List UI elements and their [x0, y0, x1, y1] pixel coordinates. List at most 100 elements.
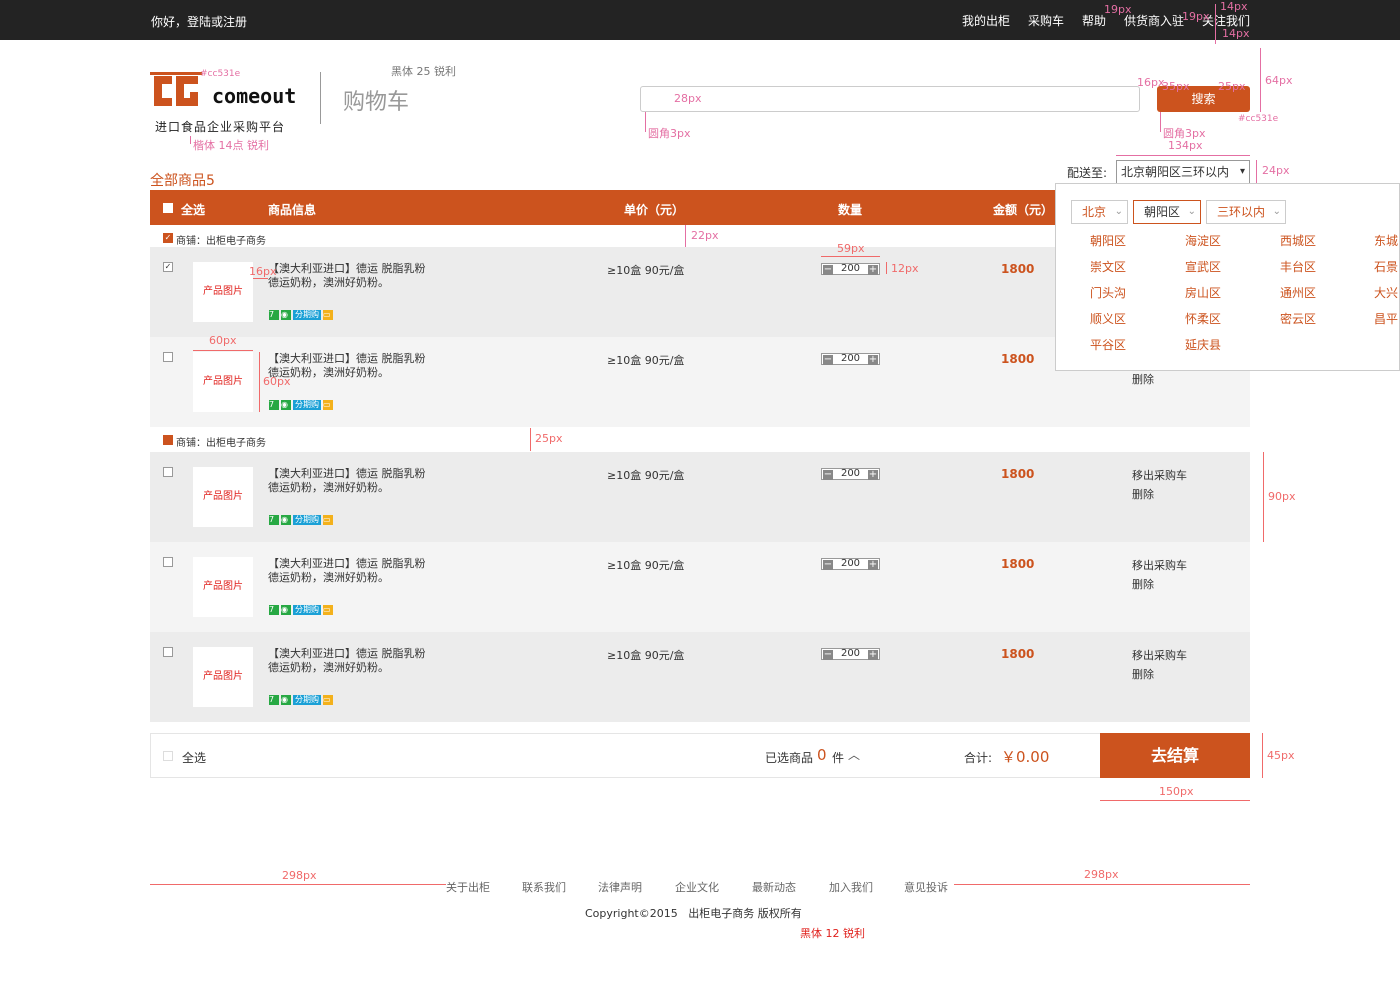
product-title[interactable]: 【澳大利亚进口】德运 脱脂乳粉 德运奶粉，澳洲好奶粉。 — [268, 647, 458, 675]
delivery-select[interactable]: 北京朝阳区三环以内 ▾ — [1116, 160, 1250, 184]
qty-value[interactable]: 200 — [841, 353, 860, 364]
item-checkbox[interactable] — [163, 467, 173, 477]
footer-link-complaint[interactable]: 意见投诉 — [904, 879, 948, 895]
annotation: 25px — [1218, 80, 1246, 93]
product-title[interactable]: 【澳大利亚进口】德运 脱脂乳粉 德运奶粉，澳洲好奶粉。 — [268, 557, 458, 585]
checkout-button[interactable]: 去结算 — [1100, 733, 1250, 778]
district-option[interactable]: 房山区 — [1185, 284, 1221, 301]
footer-link-news[interactable]: 最新动态 — [752, 879, 796, 895]
district-option[interactable]: 顺义区 — [1090, 310, 1126, 327]
qty-value[interactable]: 200 — [841, 468, 860, 479]
summary-select-all-checkbox[interactable] — [163, 751, 173, 761]
annotation: #cc531e — [200, 69, 241, 79]
delete-link[interactable]: 删除 — [1132, 666, 1154, 682]
district-option[interactable]: 昌平 — [1374, 310, 1398, 327]
page-title: 购物车 — [343, 90, 410, 115]
nav-supplier[interactable]: 供货商入驻 — [1124, 12, 1184, 29]
nav-my-account[interactable]: 我的出柜 — [962, 12, 1010, 29]
plus-icon[interactable]: + — [868, 560, 878, 570]
district-option[interactable]: 东城 — [1374, 232, 1398, 249]
district-option[interactable]: 石景 — [1374, 258, 1398, 275]
qty-value[interactable]: 200 — [841, 263, 860, 274]
annotation: 12px — [891, 262, 919, 275]
badges: 7 ◉ 分期购 ▭ — [269, 310, 335, 324]
select-all-checkbox[interactable] — [163, 203, 173, 213]
district-option[interactable]: 平谷区 — [1090, 336, 1126, 353]
annotation: 19px — [1104, 3, 1132, 16]
badge-installment: 分期购 — [293, 605, 321, 615]
annotation: 24px — [1262, 164, 1290, 177]
delete-link[interactable]: 删除 — [1132, 371, 1154, 387]
footer-link-legal[interactable]: 法律声明 — [598, 879, 642, 895]
district-option[interactable]: 大兴 — [1374, 284, 1398, 301]
remove-link[interactable]: 移出采购车 — [1132, 467, 1187, 483]
product-image[interactable]: 产品图片 — [193, 557, 253, 617]
district-option[interactable]: 海淀区 — [1185, 232, 1221, 249]
annotation: 298px — [282, 869, 317, 882]
district-option[interactable]: 门头沟 — [1090, 284, 1126, 301]
login-register-link[interactable]: 你好，登陆或注册 — [151, 13, 247, 30]
nav-help[interactable]: 帮助 — [1082, 12, 1106, 29]
annotation-line — [150, 884, 446, 885]
annotation: 16px — [1137, 76, 1165, 89]
product-image[interactable]: 产品图片 — [193, 467, 253, 527]
quantity-stepper[interactable]: −200 + — [821, 558, 880, 570]
shop-checkbox[interactable] — [163, 435, 173, 445]
qty-value[interactable]: 200 — [841, 558, 860, 569]
ring-select[interactable]: 三环以内 ⌄ — [1206, 200, 1286, 224]
district-option[interactable]: 怀柔区 — [1185, 310, 1221, 327]
item-checkbox[interactable] — [163, 647, 173, 657]
minus-icon[interactable]: − — [823, 265, 833, 275]
selected-prefix: 已选商品 — [765, 751, 814, 765]
quantity-stepper[interactable]: −200 + — [821, 468, 880, 480]
quantity-stepper[interactable]: −200 + — [821, 263, 880, 275]
search-input[interactable] — [640, 86, 1140, 112]
product-title[interactable]: 【澳大利亚进口】德运 脱脂乳粉 德运奶粉，澳洲好奶粉。 — [268, 352, 458, 380]
minus-icon[interactable]: − — [823, 470, 833, 480]
district-option[interactable]: 密云区 — [1280, 310, 1316, 327]
card-icon: ▭ — [323, 515, 333, 525]
product-image[interactable]: 产品图片 — [193, 647, 253, 707]
delete-link[interactable]: 删除 — [1132, 576, 1154, 592]
product-title[interactable]: 【澳大利亚进口】德运 脱脂乳粉 德运奶粉，澳洲好奶粉。 — [268, 262, 458, 290]
remove-link[interactable]: 移出采购车 — [1132, 647, 1187, 663]
qty-value[interactable]: 200 — [841, 648, 860, 659]
footer-link-culture[interactable]: 企业文化 — [675, 879, 719, 895]
item-checkbox[interactable] — [163, 352, 173, 362]
minus-icon[interactable]: − — [823, 355, 833, 365]
footer-link-join[interactable]: 加入我们 — [829, 879, 873, 895]
footer-link-contact[interactable]: 联系我们 — [522, 879, 566, 895]
district-option[interactable]: 朝阳区 — [1090, 232, 1126, 249]
district-select[interactable]: 朝阳区 ⌄ — [1133, 200, 1201, 224]
province-select[interactable]: 北京 ⌄ — [1071, 200, 1128, 224]
delete-link[interactable]: 删除 — [1132, 486, 1154, 502]
column-price: 单价（元） — [624, 203, 685, 217]
district-option[interactable]: 通州区 — [1280, 284, 1316, 301]
minus-icon[interactable]: − — [823, 560, 833, 570]
total-value: ￥0.00 — [1001, 748, 1050, 766]
plus-icon[interactable]: + — [868, 470, 878, 480]
line-amount: 1800 — [1001, 467, 1035, 481]
plus-icon[interactable]: + — [868, 650, 878, 660]
district-option[interactable]: 宣武区 — [1185, 258, 1221, 275]
plus-icon[interactable]: + — [868, 355, 878, 365]
district-option[interactable]: 崇文区 — [1090, 258, 1126, 275]
quantity-stepper[interactable]: −200 + — [821, 353, 880, 365]
plus-icon[interactable]: + — [868, 265, 878, 275]
product-title[interactable]: 【澳大利亚进口】德运 脱脂乳粉 德运奶粉，澳洲好奶粉。 — [268, 467, 458, 495]
item-checkbox[interactable]: ✓ — [163, 262, 173, 272]
chevron-up-icon[interactable]: ︿ — [848, 746, 860, 763]
district-option[interactable]: 西城区 — [1280, 232, 1316, 249]
footer-link-about[interactable]: 关于出柜 — [446, 879, 490, 895]
minus-icon[interactable]: − — [823, 650, 833, 660]
remove-link[interactable]: 移出采购车 — [1132, 557, 1187, 573]
item-checkbox[interactable] — [163, 557, 173, 567]
annotation-line — [1260, 48, 1261, 112]
quantity-stepper[interactable]: −200 + — [821, 648, 880, 660]
shop-checkbox-checked[interactable]: ✓ — [163, 233, 173, 243]
district-option[interactable]: 丰台区 — [1280, 258, 1316, 275]
product-image[interactable]: 产品图片 — [193, 352, 253, 412]
district-option[interactable]: 延庆县 — [1185, 336, 1221, 353]
product-image[interactable]: 产品图片 — [193, 262, 253, 322]
nav-cart[interactable]: 采购车 — [1028, 12, 1064, 29]
